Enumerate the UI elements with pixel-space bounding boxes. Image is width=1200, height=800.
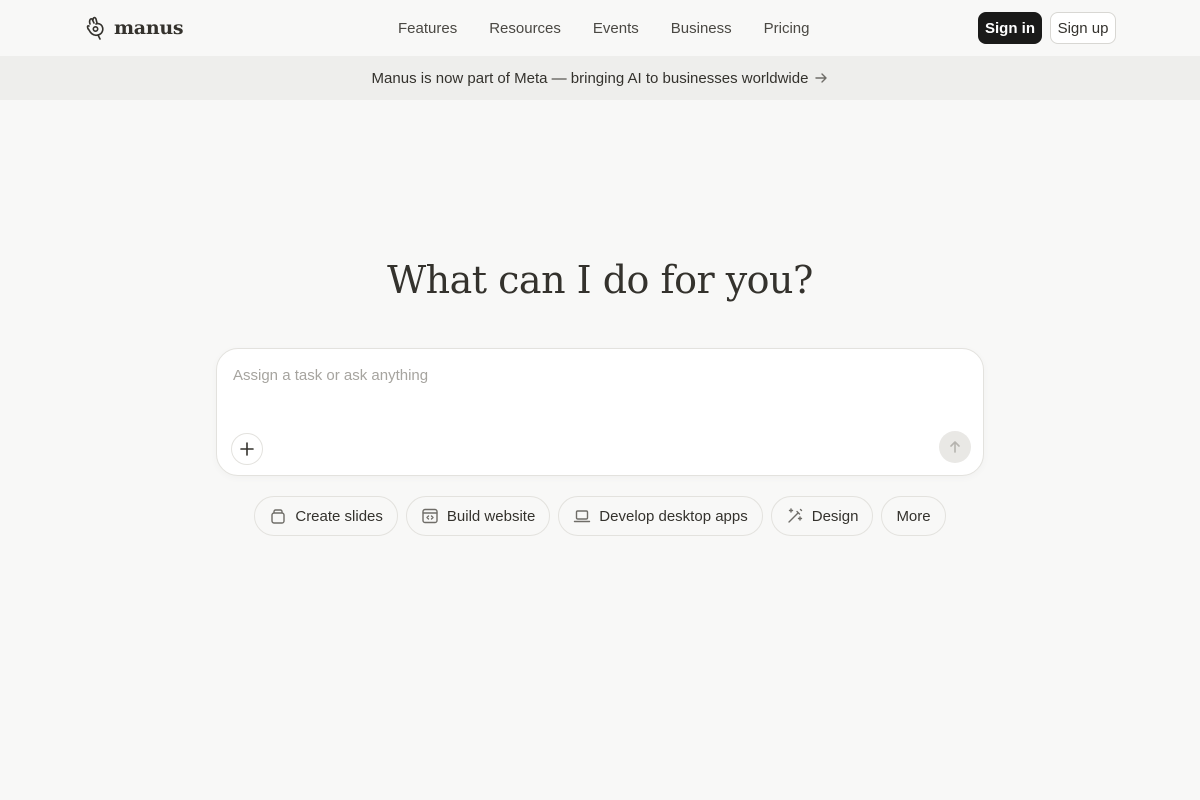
design-button[interactable]: Design: [770, 496, 874, 536]
main-nav: Features Resources Events Business Prici…: [382, 0, 826, 56]
nav-resources[interactable]: Resources: [473, 14, 577, 43]
develop-desktop-apps-label: Develop desktop apps: [599, 507, 748, 525]
design-label: Design: [811, 507, 859, 525]
create-slides-button[interactable]: Create slides: [254, 496, 398, 536]
arrow-up-icon: [950, 441, 960, 453]
nav-events[interactable]: Events: [577, 14, 655, 43]
develop-desktop-apps-button[interactable]: Develop desktop apps: [558, 496, 763, 536]
manus-logo[interactable]: manus: [86, 14, 184, 42]
more-button[interactable]: More: [881, 496, 946, 536]
announcement-banner[interactable]: Manus is now part of Meta — bringing AI …: [0, 56, 1200, 100]
manus-hand-icon: [86, 16, 104, 40]
nav-features[interactable]: Features: [382, 14, 473, 43]
quick-actions: Create slides Build website Develop desk…: [0, 496, 1200, 536]
logo-text: manus: [114, 17, 184, 39]
build-website-button[interactable]: Build website: [405, 496, 551, 536]
send-button[interactable]: [939, 431, 971, 463]
arrow-right-icon: [815, 73, 828, 83]
build-website-label: Build website: [446, 507, 536, 525]
magic-wand-icon: [788, 508, 802, 523]
attach-button[interactable]: [231, 433, 263, 465]
plus-icon: [240, 442, 254, 456]
browser-code-icon: [422, 508, 438, 524]
task-composer: [216, 348, 984, 476]
task-input[interactable]: [233, 363, 963, 387]
sign-up-button[interactable]: Sign up: [1050, 12, 1116, 44]
nav-pricing[interactable]: Pricing: [748, 14, 826, 43]
laptop-icon: [574, 510, 591, 523]
hero-title: What can I do for you?: [387, 258, 813, 302]
nav-business[interactable]: Business: [655, 14, 748, 43]
sign-in-button[interactable]: Sign in: [978, 12, 1042, 44]
more-label: More: [896, 507, 931, 525]
create-slides-label: Create slides: [295, 507, 383, 525]
top-navigation-bar: manus Features Resources Events Business…: [0, 0, 1200, 56]
slides-icon: [271, 509, 286, 524]
banner-text: Manus is now part of Meta — bringing AI …: [371, 69, 809, 87]
